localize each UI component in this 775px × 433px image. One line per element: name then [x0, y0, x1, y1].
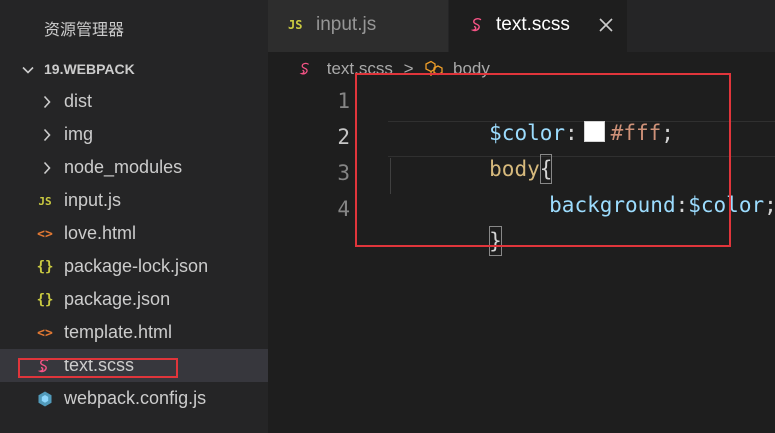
tree-item-package-lock-json[interactable]: {} package-lock.json [0, 250, 268, 283]
explorer-title: 资源管理器 [44, 20, 125, 39]
line-number: 2 [337, 125, 350, 149]
json-file-icon: {} [36, 292, 54, 308]
line-number: 4 [337, 197, 350, 221]
folder-header[interactable]: 19.WEBPACK [0, 56, 268, 84]
tree-item-node-modules[interactable]: node_modules [0, 151, 268, 184]
tree-item-webpack-config-js[interactable]: webpack.config.js [0, 382, 268, 415]
tab-label: input.js [316, 14, 377, 35]
tree-item-label: package-lock.json [64, 256, 209, 276]
html-file-icon: <> [37, 325, 53, 341]
json-file-icon: {} [36, 259, 54, 275]
chevron-right-icon [43, 161, 51, 175]
tree-item-package-json[interactable]: {} package.json [0, 283, 268, 316]
html-file-icon: <> [37, 226, 53, 242]
tree-item-img[interactable]: img [0, 118, 268, 151]
code-area[interactable]: 1 2 3 4 $color: #fff; body{ background:$c… [268, 73, 775, 433]
sass-file-icon [470, 18, 482, 32]
webpack-file-icon [38, 391, 52, 407]
editor-pane: JS input.js text.scss text.scss > body 1… [268, 0, 775, 433]
tree-item-label: webpack.config.js [64, 388, 207, 408]
chevron-right-icon [43, 128, 51, 142]
js-file-icon: JS [38, 194, 52, 208]
semicolon: ; [764, 193, 775, 217]
tree-item-label: dist [64, 91, 93, 111]
tree-item-input-js[interactable]: JS input.js [0, 184, 268, 217]
tab-bar: JS input.js text.scss [268, 0, 775, 52]
vscode-window: 资源管理器 19.WEBPACK dist img node_modules J… [0, 0, 775, 433]
tree-item-love-html[interactable]: <> love.html [0, 217, 268, 250]
tree-item-template-html[interactable]: <> template.html [0, 316, 268, 349]
tree-item-label: node_modules [64, 157, 183, 177]
tree-item-label: img [64, 124, 94, 144]
tree-item-dist[interactable]: dist [0, 85, 268, 118]
sass-file-icon [299, 62, 309, 75]
chevron-right-icon [43, 95, 51, 109]
explorer-sidebar: 资源管理器 19.WEBPACK dist img node_modules J… [0, 0, 268, 433]
line-number: 1 [337, 89, 350, 113]
tree-item-label: package.json [64, 289, 171, 309]
js-file-icon: JS [288, 18, 303, 32]
tree-item-label: input.js [64, 190, 122, 210]
tab-text-scss[interactable]: text.scss [449, 0, 627, 52]
folder-name: 19.WEBPACK [44, 61, 135, 77]
file-highlight-box [18, 358, 178, 378]
tab-label: text.scss [496, 14, 570, 35]
tab-input-js[interactable]: JS input.js [268, 0, 449, 52]
code-highlight-box [355, 73, 731, 247]
tree-item-label: love.html [64, 223, 137, 243]
close-icon[interactable] [595, 14, 617, 36]
tree-item-label: template.html [64, 322, 173, 342]
line-number: 3 [337, 161, 350, 185]
chevron-down-icon [22, 66, 34, 74]
